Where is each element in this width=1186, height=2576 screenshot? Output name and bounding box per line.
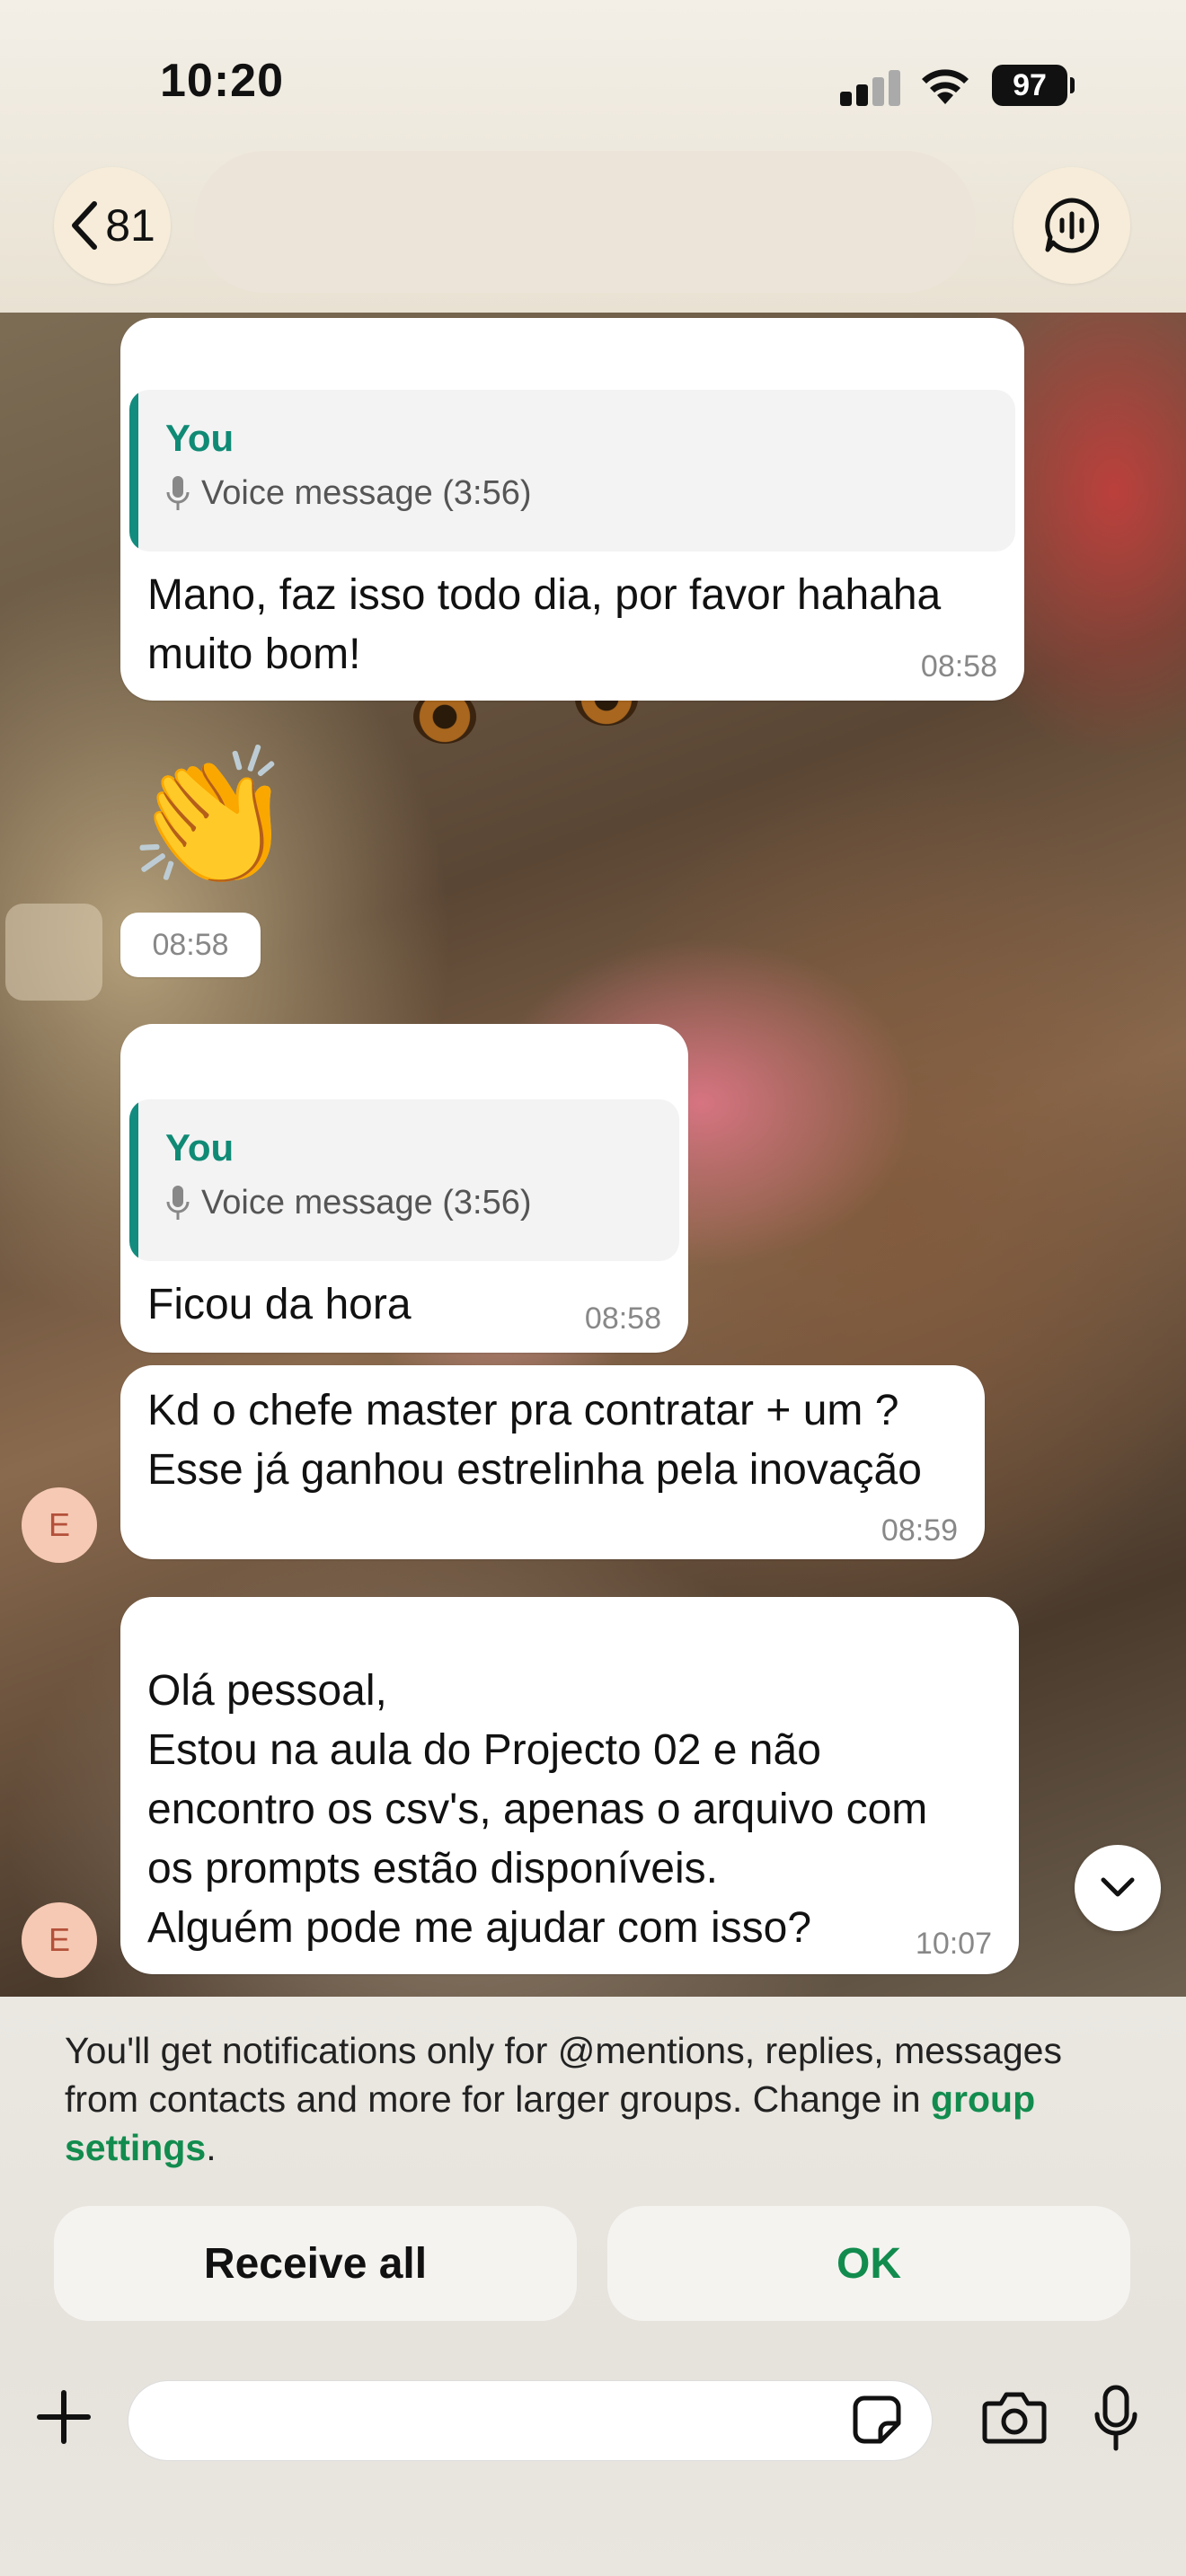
message-time: 08:59: [881, 1513, 958, 1548]
sticker-icon[interactable]: [852, 2395, 902, 2445]
side-tab: [5, 904, 102, 1001]
microphone-icon[interactable]: [1093, 2384, 1139, 2452]
quoted-message[interactable]: You Voice message (3:56): [129, 390, 1015, 551]
message-bubble-outgoing[interactable]: You Voice message (3:56) Mano, faz isso …: [120, 318, 1024, 701]
back-button[interactable]: 81: [54, 167, 171, 284]
mic-icon: [166, 1186, 190, 1220]
unread-count: 81: [105, 200, 155, 251]
camera-icon[interactable]: [981, 2389, 1048, 2445]
mic-icon: [166, 476, 190, 510]
ok-button[interactable]: OK: [607, 2206, 1130, 2321]
avatar[interactable]: E: [22, 1902, 97, 1978]
quote-text: Voice message (3:56): [201, 1184, 532, 1222]
message-time: 08:58: [584, 1301, 661, 1336]
message-bubble-outgoing[interactable]: You Voice message (3:56) Ficou da hora 0…: [120, 1024, 688, 1353]
chat-title-pill[interactable]: [194, 151, 976, 293]
message-time: 08:58: [120, 913, 261, 977]
emoji-message[interactable]: 👏: [128, 737, 296, 898]
message-text: Kd o chefe master pra contratar + um ? E…: [147, 1387, 922, 1494]
chevron-down-icon: [1101, 1877, 1135, 1897]
battery-indicator: 97: [992, 65, 1067, 106]
voice-chat-icon: [1045, 198, 1100, 253]
notification-notice: You'll get notifications only for @menti…: [65, 2026, 1125, 2172]
plus-icon[interactable]: [32, 2386, 95, 2448]
message-text: Olá pessoal, Estou na aula do Projecto 0…: [147, 1667, 928, 1952]
cellular-signal-icon: [840, 70, 900, 106]
message-composer[interactable]: [128, 2380, 933, 2462]
avatar[interactable]: E: [22, 1487, 97, 1563]
voice-chat-button[interactable]: [1013, 167, 1130, 284]
notice-text-end: .: [206, 2127, 217, 2168]
message-bubble-incoming[interactable]: Olá pessoal, Estou na aula do Projecto 0…: [120, 1597, 1019, 1974]
quote-author: You: [165, 1126, 235, 1169]
status-time: 10:20: [160, 55, 284, 107]
message-bubble-incoming[interactable]: Kd o chefe master pra contratar + um ? E…: [120, 1365, 985, 1559]
battery-tip: [1070, 77, 1075, 93]
quote-author: You: [165, 417, 235, 459]
quoted-message[interactable]: You Voice message (3:56): [129, 1099, 679, 1261]
back-chevron-icon: [72, 201, 98, 250]
notice-text: You'll get notifications only for @menti…: [65, 2030, 1062, 2120]
scroll-to-bottom-button[interactable]: [1075, 1845, 1161, 1931]
message-text: Mano, faz isso todo dia, por favor hahah…: [147, 571, 942, 678]
message-text: Ficou da hora: [147, 1281, 412, 1328]
quote-text: Voice message (3:56): [201, 474, 532, 512]
wifi-icon: [922, 69, 969, 104]
message-input[interactable]: [155, 2381, 860, 2462]
top-bar: 10:20 97 81: [0, 0, 1186, 313]
message-time: 10:07: [915, 1927, 992, 1961]
quote-bar: [129, 1099, 138, 1261]
receive-all-button[interactable]: Receive all: [54, 2206, 577, 2321]
quote-bar: [129, 390, 138, 551]
message-time: 08:58: [920, 649, 997, 684]
